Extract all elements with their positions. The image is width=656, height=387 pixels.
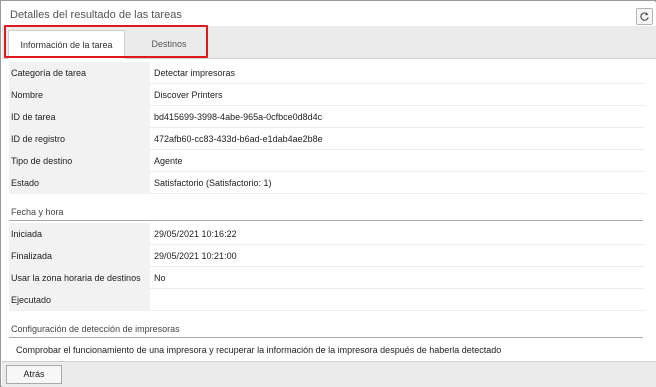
row-value: Satisfactorio (Satisfactorio: 1)	[154, 178, 272, 188]
row-label: Categoría de tarea	[9, 62, 150, 84]
row-name: Nombre Discover Printers	[9, 84, 645, 106]
row-label: Ejecutado	[9, 289, 150, 311]
row-record-id: ID de registro 472afb60-cc83-433d-b6ad-e…	[9, 128, 645, 150]
task-info-panel: Categoría de tarea Detectar impresoras N…	[2, 59, 656, 361]
section-title-datetime: Fecha y hora	[9, 203, 643, 221]
row-destination-type: Tipo de destino Agente	[9, 150, 645, 172]
row-value: 472afb60-cc83-433d-b6ad-e1dab4ae2b8e	[154, 134, 323, 144]
row-value: 29/05/2021 10:21:00	[154, 251, 237, 261]
row-value: 29/05/2021 10:16:22	[154, 229, 237, 239]
row-label: Finalizada	[9, 245, 150, 267]
back-button[interactable]: Atrás	[6, 365, 62, 384]
row-value: Agente	[154, 156, 183, 166]
printer-detection-description: Comprobar el funcionamiento de una impre…	[16, 345, 502, 355]
window-title: Detalles del resultado de las tareas	[10, 9, 182, 21]
row-task-id: ID de tarea bd415699-3998-4abe-965a-0cfb…	[9, 106, 645, 128]
row-label: ID de registro	[9, 128, 150, 150]
row-executed: Ejecutado	[9, 289, 645, 311]
tab-task-information[interactable]: Información de la tarea	[8, 30, 125, 59]
tab-destinations[interactable]: Destinos	[126, 30, 212, 59]
row-value: Detectar impresoras	[154, 68, 236, 78]
row-finished: Finalizada 29/05/2021 10:21:00	[9, 245, 645, 267]
row-value: No	[154, 273, 166, 283]
row-task-category: Categoría de tarea Detectar impresoras	[9, 62, 645, 84]
tab-bar: Información de la tarea Destinos	[2, 26, 656, 59]
row-label: Nombre	[9, 84, 150, 106]
row-label: Iniciada	[9, 223, 150, 245]
row-status: Estado Satisfactorio (Satisfactorio: 1)	[9, 172, 645, 194]
row-label: Usar la zona horaria de destinos	[9, 267, 150, 289]
row-value: Discover Printers	[154, 90, 223, 100]
row-label: ID de tarea	[9, 106, 150, 128]
row-started: Iniciada 29/05/2021 10:16:22	[9, 223, 645, 245]
row-label: Tipo de destino	[9, 150, 150, 172]
section-title-printer-detection: Configuración de detección de impresoras	[9, 320, 643, 338]
refresh-button[interactable]	[636, 8, 653, 25]
refresh-icon	[640, 12, 649, 21]
task-result-details-window: Detalles del resultado de las tareas Inf…	[0, 0, 656, 387]
row-value: bd415699-3998-4abe-965a-0cfbce0d8d4c	[154, 112, 323, 122]
title-bar: Detalles del resultado de las tareas	[2, 2, 656, 26]
row-label: Estado	[9, 172, 150, 194]
footer-bar: Atrás	[2, 361, 656, 387]
row-use-destination-timezone: Usar la zona horaria de destinos No	[9, 267, 645, 289]
